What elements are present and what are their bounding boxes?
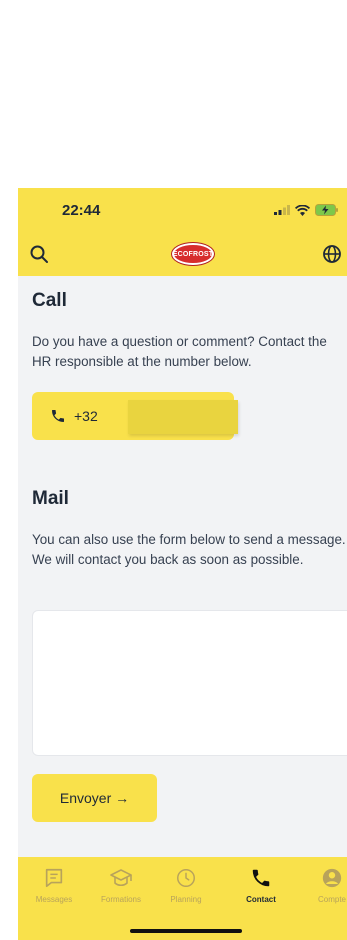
status-bar: 22:44	[18, 188, 347, 232]
call-description: Do you have a question or comment? Conta…	[32, 334, 327, 369]
battery-charging-icon	[315, 204, 338, 216]
tab-compte[interactable]: Compte	[300, 867, 347, 904]
clock-icon	[177, 869, 195, 887]
user-icon	[322, 868, 342, 888]
call-phone-button[interactable]: +32	[32, 392, 238, 440]
status-time: 22:44	[62, 202, 101, 219]
app-screen: 22:44 ECOFROST Call Do you have a questi…	[18, 188, 347, 940]
message-icon	[45, 868, 63, 888]
ecofrost-logo: ECOFROST	[172, 243, 214, 265]
phone-number: +32	[74, 408, 98, 424]
wifi-icon	[295, 204, 310, 216]
phone-icon	[52, 410, 64, 422]
redacted-phone-number	[128, 400, 238, 434]
status-icons	[274, 204, 339, 216]
call-heading: Call	[32, 290, 67, 311]
home-indicator	[130, 929, 242, 933]
send-button[interactable]: Envoyer →	[32, 774, 157, 822]
message-input[interactable]	[32, 610, 347, 756]
globe-icon	[323, 245, 341, 263]
tab-messages[interactable]: Messages	[22, 867, 86, 904]
bottom-tab-bar: Messages Formations Planning Contact Com…	[18, 857, 347, 940]
tab-planning[interactable]: Planning	[154, 867, 218, 904]
phone-icon	[252, 869, 270, 887]
tab-formations[interactable]: Formations	[89, 867, 153, 904]
app-header: ECOFROST	[18, 232, 347, 276]
graduation-cap-icon	[110, 869, 132, 887]
search-icon	[30, 245, 48, 263]
search-button[interactable]	[26, 241, 52, 267]
mail-description: You can also use the form below to send …	[32, 532, 346, 567]
language-button[interactable]	[319, 241, 345, 267]
mail-heading: Mail	[32, 488, 69, 509]
signal-icon	[274, 205, 290, 215]
tab-contact[interactable]: Contact	[229, 867, 293, 904]
